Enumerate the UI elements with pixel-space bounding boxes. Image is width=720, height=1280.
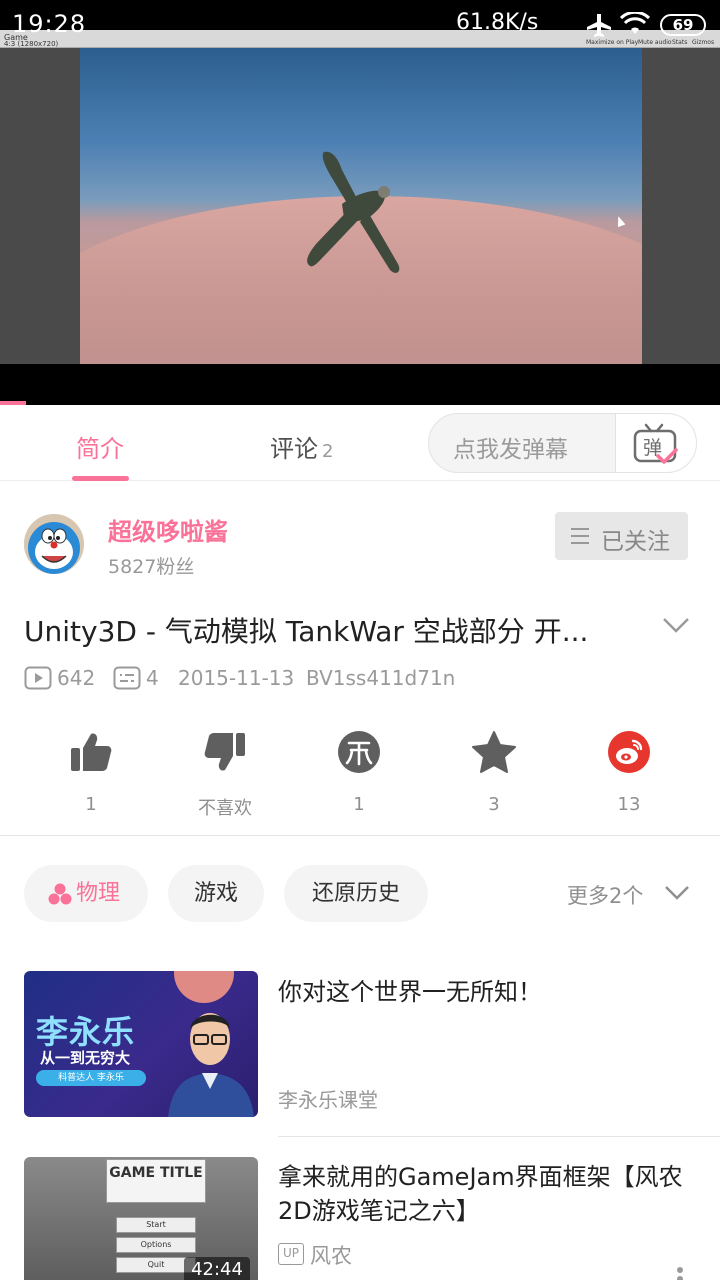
battery-indicator: 69 [660, 14, 706, 36]
up-badge: UP [278, 1243, 304, 1265]
tag-game[interactable]: 游戏 [168, 865, 264, 922]
editor-resolution: 4:3 (1280x720) [4, 40, 59, 48]
tab-comments-label: 评论 [270, 435, 318, 463]
uploader-name[interactable]: 超级哆啦酱 [108, 512, 228, 547]
tag-history[interactable]: 还原历史 [284, 865, 428, 922]
uploader-avatar[interactable] [24, 514, 84, 574]
wifi-icon [620, 12, 650, 34]
more-tags-chevron-icon[interactable] [664, 884, 690, 902]
bv-id: BV1ss411d71n [306, 666, 456, 690]
view-count: 642 [57, 666, 96, 690]
editor-button-stats: Stats [672, 39, 688, 46]
danmaku-count-icon [113, 666, 141, 690]
dislike-label: 不喜欢 [198, 798, 252, 819]
tab-active-indicator [72, 476, 129, 481]
related-title-2[interactable]: 拿来就用的GameJam界面框架【风农2D游戏笔记之六】 [278, 1160, 688, 1228]
follow-button[interactable]: 已关注 [555, 512, 688, 560]
thumbs-down-icon [204, 733, 245, 771]
network-speed: 61.8K/s [456, 10, 539, 35]
doraemon-avatar-icon [24, 514, 84, 574]
status-time: 19:28 [12, 10, 87, 38]
thumb-game-title: GAME TITLE [106, 1159, 206, 1203]
favorite-count: 3 [488, 794, 500, 815]
video-title: Unity3D - 气动模拟 TankWar 空战部分 开... [24, 615, 589, 648]
expand-chevron-icon[interactable] [662, 616, 690, 634]
share-count: 13 [617, 794, 641, 815]
share-button[interactable]: 13 [574, 730, 684, 815]
more-options-icon[interactable] [676, 1266, 684, 1280]
presenter-graphic [168, 1013, 254, 1117]
related-thumbnail-2[interactable]: GAME TITLE Start Options Quit 42:44 [24, 1157, 258, 1280]
coin-count: 1 [353, 794, 365, 815]
related-divider [278, 1136, 720, 1137]
editor-button-mute: Mute audio [638, 39, 672, 46]
section-divider [0, 835, 720, 836]
thumb-caption: 科普达人 李永乐 [36, 1070, 146, 1086]
coin-icon [338, 731, 380, 773]
tag-physics[interactable]: 物理 [24, 865, 148, 922]
tag-dots-icon [48, 883, 72, 905]
play-count-icon [24, 666, 52, 690]
favorite-button[interactable]: 3 [439, 730, 549, 815]
menu-icon [571, 528, 589, 544]
game-view [0, 48, 720, 364]
danmaku-tv-icon: 弹 [633, 423, 678, 464]
danmaku-placeholder: 点我发弹幕 [453, 437, 568, 463]
follow-button-label: 已关注 [601, 529, 670, 555]
like-count: 1 [85, 794, 97, 815]
airplane-mode-icon [587, 14, 611, 37]
thumb-start-button: Start [116, 1217, 196, 1233]
related-thumbnail-1[interactable]: 李永乐 从一到无穷大 科普达人 李永乐 [24, 971, 258, 1117]
weibo-icon [608, 731, 650, 773]
coin-button[interactable]: 1 [304, 730, 414, 815]
related-author-2[interactable]: 风农 [310, 1240, 352, 1270]
star-icon [472, 731, 516, 773]
more-tags-label: 更多2个 [567, 884, 644, 908]
danmaku-toggle-button[interactable]: 弹 [615, 413, 697, 473]
related-title-1[interactable]: 你对这个世界一无所知！ [278, 975, 688, 1009]
sky-scene [80, 48, 642, 364]
like-button[interactable]: 1 [36, 730, 146, 815]
dislike-button[interactable]: 不喜欢 [170, 730, 280, 820]
danmaku-input[interactable]: 点我发弹幕 弹 [428, 413, 697, 473]
detail-tabs: 简介 评论 2 点我发弹幕 弹 [0, 405, 720, 481]
tab-intro[interactable]: 简介 [76, 429, 124, 464]
status-bar: 19:28 61.8K/s 69 [0, 0, 720, 38]
thumb-options-button: Options [116, 1237, 196, 1253]
thumbs-up-icon [71, 733, 112, 771]
uploader-fans: 5827粉丝 [108, 556, 195, 578]
thumb-subtitle: 从一到无穷大 [40, 1049, 131, 1067]
related-author-1[interactable]: 李永乐课堂 [278, 1084, 378, 1113]
publish-date: 2015-11-13 [178, 666, 295, 690]
video-player[interactable]: Game 4:3 (1280x720) Maximize on Play Mut… [0, 0, 720, 405]
more-tags[interactable]: 更多2个 [567, 880, 643, 910]
danmaku-count: 4 [146, 666, 159, 690]
editor-button-maximize: Maximize on Play [586, 39, 639, 46]
tab-comments[interactable]: 评论 2 [270, 429, 333, 464]
mouse-cursor [614, 214, 626, 228]
video-duration: 42:44 [184, 1257, 250, 1280]
tag-physics-label: 物理 [76, 881, 121, 906]
airplane-graphic [307, 151, 400, 273]
comments-count: 2 [322, 441, 334, 462]
editor-button-gizmos: Gizmos [692, 39, 715, 46]
